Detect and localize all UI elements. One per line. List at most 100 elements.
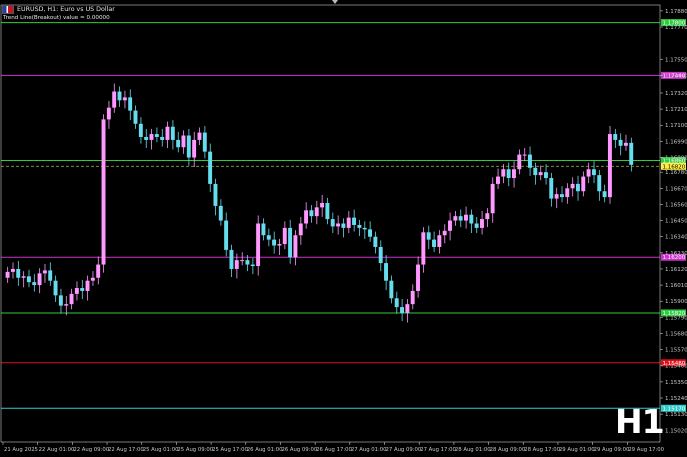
candle-body <box>591 169 596 176</box>
symbol-label: EURUSD, H1: Euro vs US Dollar <box>17 5 115 13</box>
price-tick-label: 1.16340 <box>665 235 687 241</box>
candle-body <box>202 132 207 152</box>
price-tick-label: 1.15570 <box>665 348 687 354</box>
price-tick-label: 1.16120 <box>665 267 687 273</box>
candle-body <box>464 214 468 221</box>
candle-body <box>165 126 170 140</box>
candle-body <box>527 154 532 168</box>
time-tick-label: 21 Aug 2025 <box>4 447 38 453</box>
candle-body <box>90 277 95 281</box>
candle-body <box>586 169 591 177</box>
price-tick-label: 1.15240 <box>665 396 687 402</box>
candle-body <box>106 107 111 120</box>
candle-body <box>421 232 426 265</box>
candle-body <box>480 219 484 228</box>
time-tick-label: 25 Aug 17:00 <box>212 447 248 453</box>
candle-body <box>213 183 218 206</box>
price-tick-label: 1.16230 <box>665 251 687 257</box>
price-tick-label: 1.17210 <box>665 107 687 113</box>
time-tick-label: 25 Aug 09:00 <box>177 447 213 453</box>
candle-body <box>538 172 543 176</box>
candle-body <box>405 304 410 313</box>
chart-window[interactable]: 1.17800 1.17440 1.16860 1.16820 1.16200 1.158… <box>0 0 687 457</box>
candle-body <box>128 97 133 111</box>
candle-body <box>101 119 106 265</box>
candle-body <box>288 227 293 258</box>
candle-body <box>490 183 495 214</box>
candle-body <box>234 260 239 269</box>
candle-body <box>352 217 357 225</box>
price-tick-label: 1.15350 <box>665 380 687 386</box>
price-tick-label: 1.15020 <box>665 428 687 434</box>
time-tick-label: 22 Aug 01:00 <box>39 447 75 453</box>
candle-body <box>117 91 122 101</box>
price-tick-label: 1.16560 <box>665 202 687 208</box>
candle-body <box>186 135 191 158</box>
price-tick-label: 1.16450 <box>665 219 687 225</box>
time-tick-label: 27 Aug 17:00 <box>420 447 456 453</box>
price-tick-label: 1.17880 <box>665 9 687 15</box>
candle-body <box>618 139 623 146</box>
shift-marker-icon[interactable] <box>332 0 338 4</box>
time-tick-label: 22 Aug 09:00 <box>73 447 109 453</box>
candle-body <box>602 191 607 198</box>
candle-body <box>549 178 554 199</box>
candle-body <box>26 276 31 283</box>
candle-body <box>469 214 474 224</box>
candlestick-chart[interactable]: 1.178001.174401.168601.168201.162001.158… <box>0 0 687 457</box>
candle-body <box>554 194 559 199</box>
price-tick-label: 1.17100 <box>665 123 687 129</box>
candle-body <box>559 194 564 198</box>
candle-body <box>384 263 388 281</box>
candle-body <box>522 154 527 156</box>
candle-body <box>37 273 42 286</box>
candle-body <box>357 224 362 228</box>
candle-body <box>320 202 325 208</box>
candle-body <box>64 304 69 306</box>
candle-body <box>133 110 138 124</box>
price-tick-label: 1.15680 <box>665 331 687 337</box>
candle-body <box>575 183 580 192</box>
time-tick-label: 27 Aug 09:00 <box>386 447 422 453</box>
candle-body <box>565 188 570 198</box>
candle-body <box>144 136 149 140</box>
price-tick-label: 1.16990 <box>665 139 687 145</box>
price-tick-label: 1.17550 <box>665 57 687 63</box>
candle-body <box>442 230 447 236</box>
time-tick-label: 26 Aug 09:00 <box>281 447 317 453</box>
candle-body <box>154 134 159 137</box>
time-tick-label: 22 Aug 17:00 <box>108 447 144 453</box>
candle-body <box>218 205 223 221</box>
candle-body <box>410 290 415 305</box>
price-tick-label: 1.16670 <box>665 186 687 192</box>
candle-body <box>256 223 261 267</box>
candle-body <box>112 91 117 108</box>
candle-body <box>581 176 586 192</box>
candle-body <box>511 169 516 179</box>
candles <box>5 83 634 323</box>
candle-body <box>325 202 330 220</box>
price-tick-label: 1.16780 <box>665 170 687 176</box>
candle-body <box>613 134 618 140</box>
candle-body <box>293 235 298 258</box>
time-tick-label: 28 Aug 01:00 <box>455 447 491 453</box>
candle-body <box>346 217 351 228</box>
time-tick-label: 29 Aug 01:00 <box>559 447 595 453</box>
price-tick-label: 1.17770 <box>665 25 687 31</box>
candle-body <box>341 223 346 228</box>
candle-body <box>266 235 271 240</box>
candle-body <box>74 288 79 294</box>
candle-body <box>160 136 165 140</box>
candle-body <box>197 132 202 140</box>
candle-body <box>330 219 335 227</box>
candle-body <box>208 151 213 184</box>
candle-body <box>240 260 245 262</box>
candle-body <box>298 223 303 236</box>
candle-body <box>623 142 628 146</box>
candle-body <box>192 139 197 158</box>
candle-body <box>149 134 154 140</box>
candle-body <box>570 183 575 189</box>
price-tick-label: 1.16880 <box>665 156 687 162</box>
candle-body <box>224 220 229 250</box>
candle-body <box>506 169 511 179</box>
